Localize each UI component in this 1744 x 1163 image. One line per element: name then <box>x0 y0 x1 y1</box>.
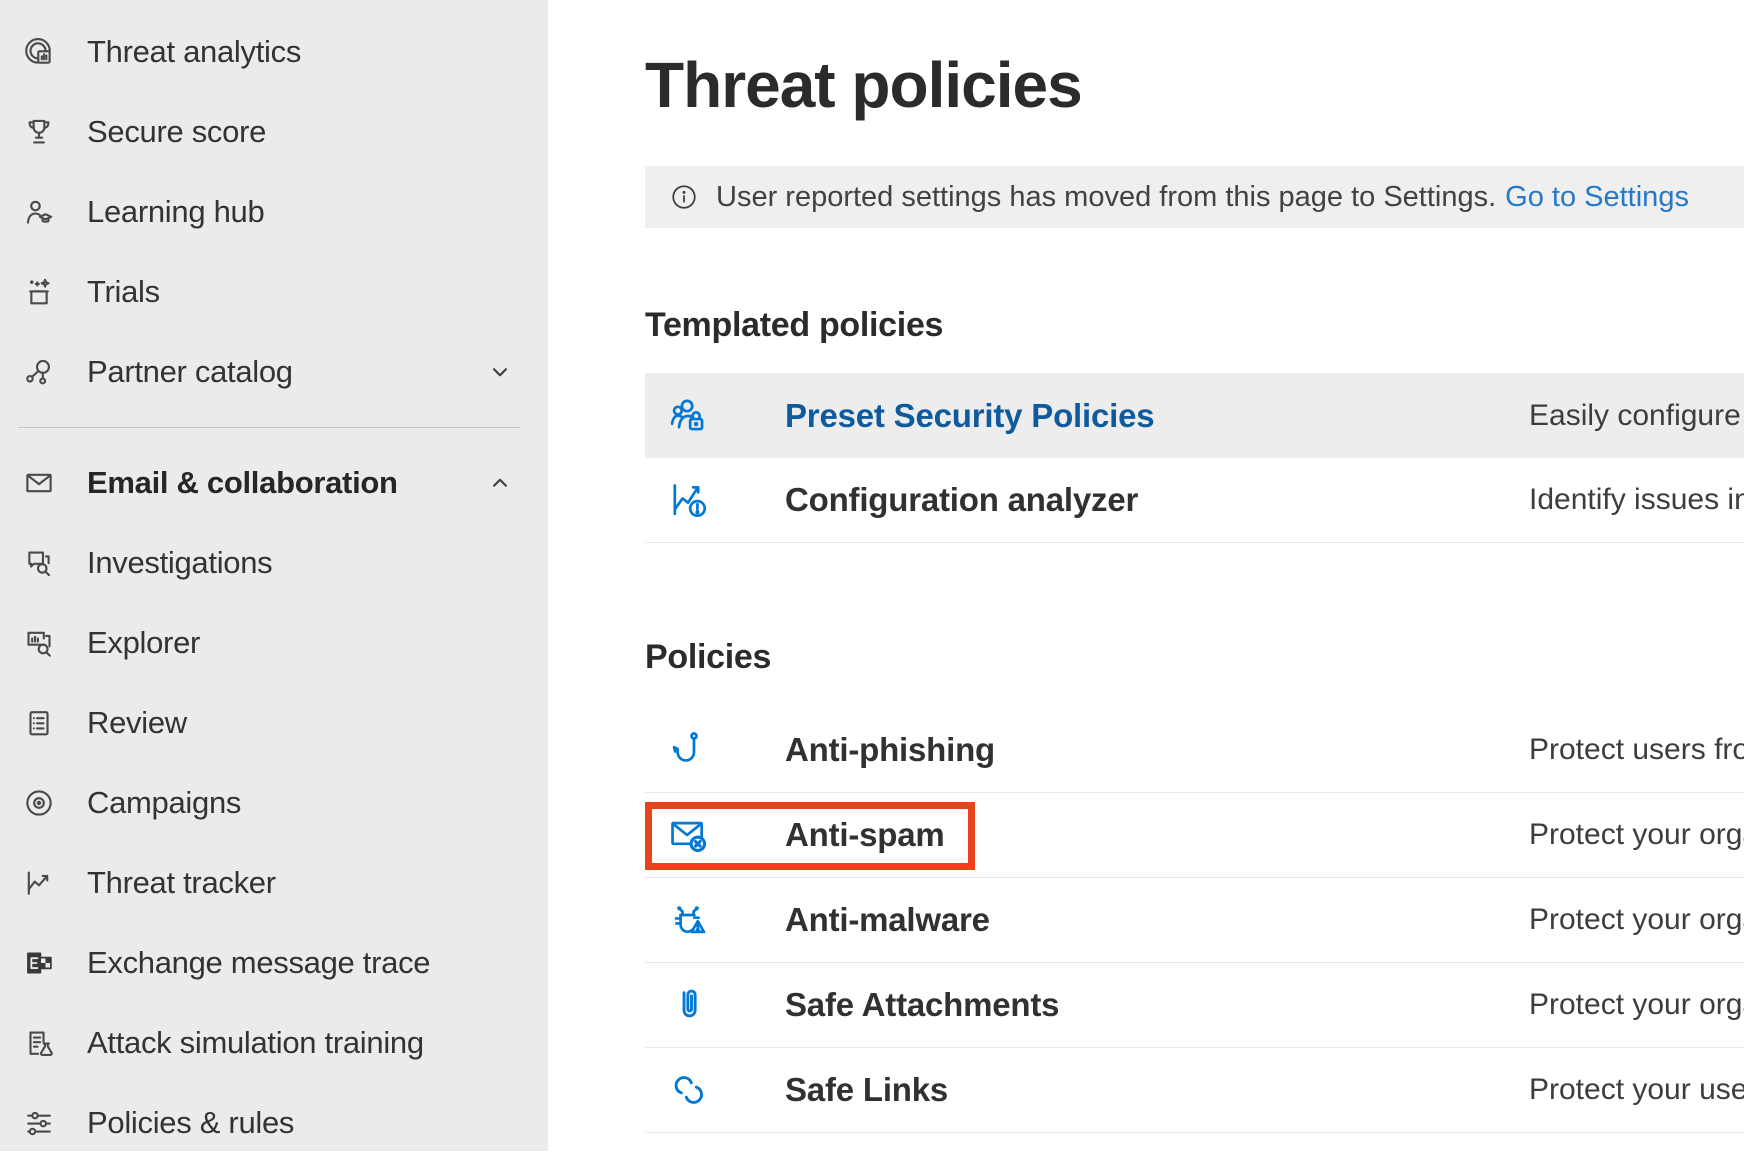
go-to-settings-link[interactable]: Go to Settings <box>1505 181 1689 214</box>
policy-row-label: Safe Attachments <box>785 986 1059 1024</box>
secure-score-icon <box>22 115 56 149</box>
anti-spam-icon <box>666 812 712 858</box>
chevron-down-icon <box>487 359 513 385</box>
sidebar-item-attack-simulation-training[interactable]: Attack simulation training <box>0 1003 548 1083</box>
policy-row-label: Preset Security Policies <box>785 397 1154 435</box>
sidebar-item-label: Trials <box>87 274 160 310</box>
banner-text: User reported settings has moved from th… <box>716 181 1496 214</box>
policy-row-anti-spam[interactable]: Anti-spam Protect your organiz <box>645 793 1744 878</box>
sidebar-item-policies-rules[interactable]: Policies & rules <box>0 1083 548 1163</box>
sidebar-item-label: Review <box>87 705 187 741</box>
explorer-icon <box>22 626 56 660</box>
policy-row-anti-phishing[interactable]: Anti-phishing Protect users from p <box>645 708 1744 793</box>
sidebar: Threat analytics Secure score Learning hub… <box>0 0 548 1151</box>
threat-analytics-icon <box>22 35 56 69</box>
section-heading-policies: Policies <box>645 638 771 677</box>
exchange-message-trace-icon <box>22 946 56 980</box>
sidebar-item-label: Threat tracker <box>87 865 276 901</box>
learning-hub-icon <box>22 195 56 229</box>
sidebar-item-learning-hub[interactable]: Learning hub <box>0 172 548 252</box>
policy-row-label: Anti-spam <box>785 816 945 854</box>
sidebar-item-threat-analytics[interactable]: Threat analytics <box>0 12 548 92</box>
investigations-icon <box>22 546 56 580</box>
campaigns-icon <box>22 786 56 820</box>
policy-row-label: Anti-phishing <box>785 731 995 769</box>
sidebar-item-label: Partner catalog <box>87 354 293 390</box>
sidebar-item-trials[interactable]: Trials <box>0 252 548 332</box>
sidebar-item-secure-score[interactable]: Secure score <box>0 92 548 172</box>
sidebar-item-label: Email & collaboration <box>87 465 398 501</box>
sidebar-item-investigations[interactable]: Investigations <box>0 523 548 603</box>
info-banner: User reported settings has moved from th… <box>645 166 1744 228</box>
section-heading-templated-policies: Templated policies <box>645 306 943 345</box>
policy-row-description: Easily configure prot <box>1529 399 1744 433</box>
configuration-analyzer-icon <box>666 477 712 523</box>
sidebar-item-label: Explorer <box>87 625 200 661</box>
sidebar-item-label: Campaigns <box>87 785 241 821</box>
policy-row-label: Anti-malware <box>785 901 990 939</box>
policy-row-label: Configuration analyzer <box>785 481 1138 519</box>
sidebar-item-label: Policies & rules <box>87 1105 294 1141</box>
policies-rules-icon <box>22 1106 56 1140</box>
policy-row-configuration-analyzer[interactable]: Configuration analyzer Identify issues in… <box>645 458 1744 543</box>
sidebar-item-label: Learning hub <box>87 194 264 230</box>
templated-policies-list: Preset Security Policies Easily configure… <box>645 373 1744 543</box>
sidebar-item-threat-tracker[interactable]: Threat tracker <box>0 843 548 923</box>
policies-list: Anti-phishing Protect users from p Anti-sp… <box>645 708 1744 1133</box>
sidebar-item-campaigns[interactable]: Campaigns <box>0 763 548 843</box>
partner-catalog-icon <box>22 355 56 389</box>
safe-links-icon <box>666 1067 712 1113</box>
policy-row-description: Protect your users fr <box>1529 1073 1744 1107</box>
sidebar-divider <box>18 427 520 428</box>
policy-row-label: Safe Links <box>785 1071 948 1109</box>
sidebar-item-partner-catalog[interactable]: Partner catalog <box>0 332 548 412</box>
sidebar-item-label: Investigations <box>87 545 272 581</box>
policy-row-preset-security-policies[interactable]: Preset Security Policies Easily configure… <box>645 373 1744 458</box>
policy-row-description: Protect your organiz <box>1529 988 1744 1022</box>
review-icon <box>22 706 56 740</box>
policy-row-description: Protect your organiz <box>1529 818 1744 852</box>
sidebar-item-explorer[interactable]: Explorer <box>0 603 548 683</box>
sidebar-item-label: Threat analytics <box>87 34 301 70</box>
info-icon <box>669 182 699 212</box>
anti-phishing-icon <box>666 727 712 773</box>
sidebar-nav: Threat analytics Secure score Learning hub… <box>0 12 548 1163</box>
safe-attachments-icon <box>666 982 712 1028</box>
sidebar-item-label: Secure score <box>87 114 266 150</box>
anti-malware-icon <box>666 897 712 943</box>
chevron-up-icon <box>487 470 513 496</box>
policy-row-anti-malware[interactable]: Anti-malware Protect your organiz <box>645 878 1744 963</box>
policy-row-description: Identify issues in you <box>1529 483 1744 517</box>
email-collaboration-icon <box>22 466 56 500</box>
trials-icon <box>22 275 56 309</box>
sidebar-item-label: Attack simulation training <box>87 1025 424 1061</box>
threat-tracker-icon <box>22 866 56 900</box>
sidebar-item-exchange-message-trace[interactable]: Exchange message trace <box>0 923 548 1003</box>
policy-row-safe-attachments[interactable]: Safe Attachments Protect your organiz <box>645 963 1744 1048</box>
preset-security-icon <box>666 393 712 439</box>
policy-row-description: Protect your organiz <box>1529 903 1744 937</box>
sidebar-item-label: Exchange message trace <box>87 945 430 981</box>
page-title: Threat policies <box>645 48 1082 122</box>
sidebar-item-review[interactable]: Review <box>0 683 548 763</box>
sidebar-item-email-collaboration[interactable]: Email & collaboration <box>0 443 548 523</box>
policy-row-safe-links[interactable]: Safe Links Protect your users fr <box>645 1048 1744 1133</box>
policy-row-description: Protect users from p <box>1529 733 1744 767</box>
attack-simulation-icon <box>22 1026 56 1060</box>
